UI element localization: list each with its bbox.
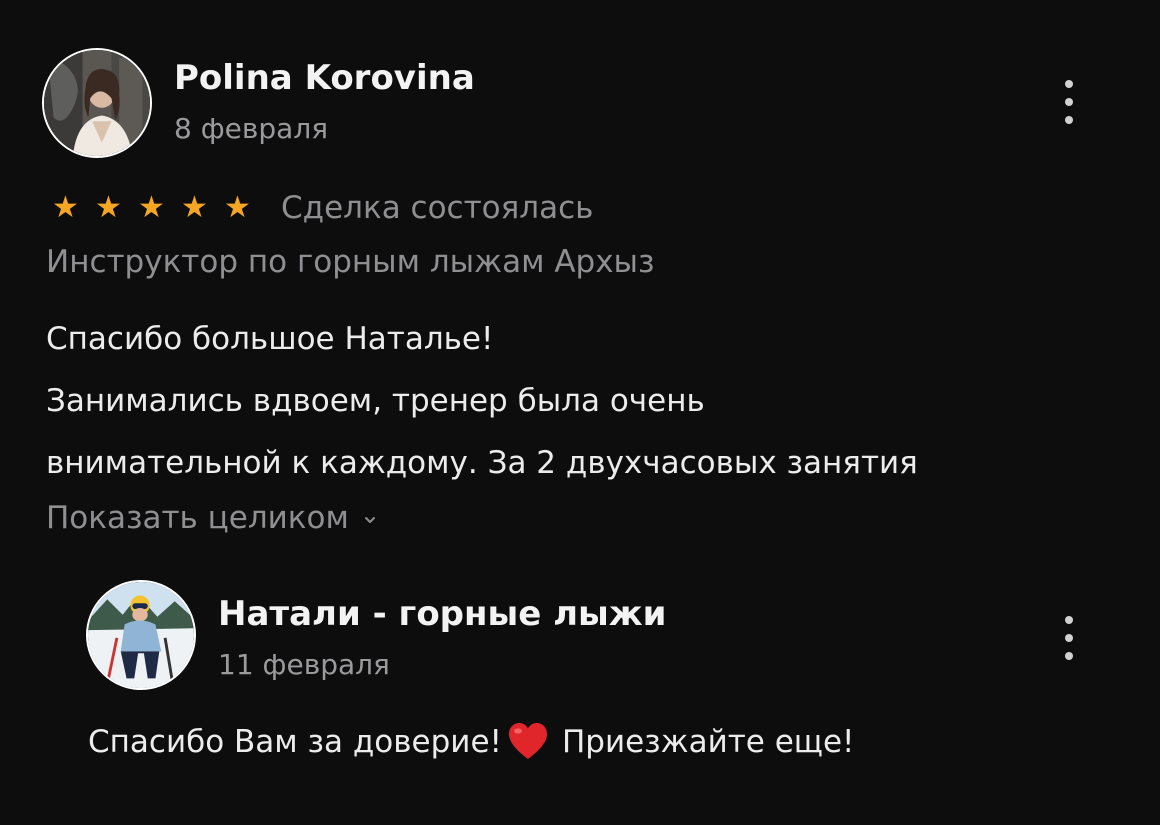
review-text-line: внимательной к каждому. За 2 двухчасовых… [46, 445, 918, 481]
review-text-line: Спасибо большое Наталье! [46, 321, 494, 357]
reviewer-name[interactable]: Polina Korovina [174, 58, 475, 98]
service-title[interactable]: Инструктор по горным лыжам Архыз [46, 244, 655, 280]
star-icon: ★ [181, 190, 208, 225]
reply-date: 11 февраля [218, 648, 390, 681]
rating-row: ★ ★ ★ ★ ★ Сделка состоялась [46, 186, 593, 230]
show-full-label: Показать целиком [46, 500, 349, 536]
rating-stars: ★ ★ ★ ★ ★ [46, 193, 257, 223]
seller-reply: Натали - горные лыжи 11 февраля Спасибо … [0, 560, 1160, 825]
seller-avatar[interactable] [86, 580, 196, 690]
reply-text-start: Спасибо Вам за доверие! [88, 724, 502, 760]
review-menu-icon[interactable] [1062, 80, 1076, 124]
reply-menu-icon[interactable] [1062, 616, 1076, 660]
seller-name[interactable]: Натали - горные лыжи [218, 594, 666, 634]
reply-text-end: Приезжайте еще! [561, 724, 855, 760]
star-icon: ★ [95, 190, 122, 225]
review-date: 8 февраля [174, 112, 329, 145]
chevron-down-icon [364, 517, 375, 523]
show-full-button[interactable]: Показать целиком [46, 500, 377, 536]
review-card: Polina Korovina 8 февраля ★ ★ ★ ★ ★ Сдел… [0, 0, 1160, 560]
reviewer-photo [44, 50, 150, 156]
deal-status: Сделка состоялась [281, 190, 594, 226]
reviewer-avatar[interactable] [42, 48, 152, 158]
review-text: Спасибо большое Наталье! Занимались вдво… [46, 308, 1136, 494]
reply-text: Спасибо Вам за доверие! Приезжайте еще! [88, 720, 854, 764]
seller-photo [88, 582, 194, 688]
star-icon: ★ [138, 190, 165, 225]
red-heart-icon [508, 723, 547, 759]
star-icon: ★ [224, 190, 251, 225]
review-text-line: Занимались вдвоем, тренер была очень [46, 383, 705, 419]
star-icon: ★ [52, 190, 79, 225]
